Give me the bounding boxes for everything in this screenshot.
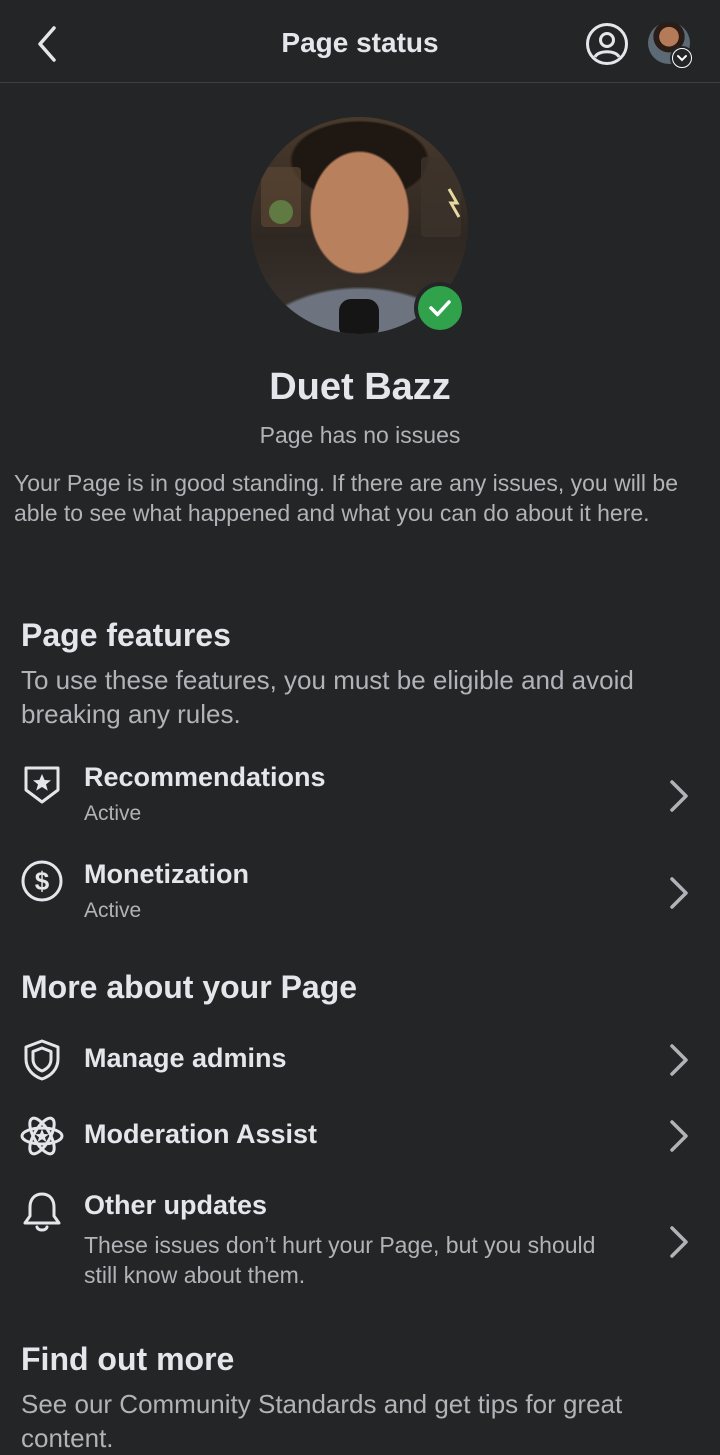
- find-out-heading: Find out more: [21, 1341, 235, 1377]
- chevron-right-icon: [670, 877, 688, 909]
- chevron-down-icon: [673, 49, 691, 67]
- feature-item-recommendations[interactable]: Recommendations Active: [0, 752, 720, 842]
- more-item-body: These issues don’t hurt your Page, but y…: [84, 1232, 596, 1288]
- features-subtitle: To use these features, you must be eligi…: [21, 665, 634, 729]
- standing-description: Your Page is in good standing. If there …: [14, 470, 679, 526]
- page-name: Duet Bazz: [269, 366, 451, 408]
- more-heading: More about your Page: [21, 969, 358, 1005]
- chevron-right-icon: [670, 1120, 688, 1152]
- chevron-right-icon: [670, 1044, 688, 1076]
- profile-button[interactable]: [585, 22, 629, 66]
- feature-label: Monetization: [84, 859, 249, 889]
- page-status-text: Page has no issues: [259, 422, 461, 448]
- top-bar: Page status: [0, 0, 720, 83]
- more-item-label: Other updates: [84, 1190, 268, 1220]
- more-item-other-updates[interactable]: Other updates These issues don’t hurt yo…: [0, 1182, 720, 1300]
- verified-badge: [414, 282, 466, 334]
- bell-icon: [23, 1192, 61, 1232]
- user-circle-icon: [586, 23, 628, 65]
- feature-status: Active: [84, 899, 142, 922]
- feature-item-monetization[interactable]: $ Monetization Active: [0, 849, 720, 939]
- shield-icon: [24, 1039, 60, 1081]
- more-item-label: Moderation Assist: [84, 1119, 318, 1149]
- check-icon: [429, 300, 451, 317]
- account-switcher-avatar[interactable]: [648, 22, 694, 70]
- features-heading: Page features: [21, 617, 231, 653]
- feature-label: Recommendations: [84, 762, 326, 792]
- find-out-subtitle[interactable]: See our Community Standards and get tips…: [21, 1387, 711, 1455]
- svg-text:$: $: [35, 866, 50, 896]
- dollar-circle-icon: $: [21, 860, 63, 902]
- atom-star-icon: [20, 1116, 64, 1156]
- chevron-down-badge: [670, 46, 694, 70]
- chevron-right-icon: [670, 1226, 688, 1258]
- shield-star-icon: [24, 766, 60, 804]
- more-item-label: Manage admins: [84, 1043, 287, 1073]
- more-item-manage-admins[interactable]: Manage admins: [0, 1030, 720, 1090]
- feature-status: Active: [84, 802, 142, 825]
- more-item-moderation-assist[interactable]: Moderation Assist: [0, 1106, 720, 1166]
- chevron-right-icon: [670, 780, 688, 812]
